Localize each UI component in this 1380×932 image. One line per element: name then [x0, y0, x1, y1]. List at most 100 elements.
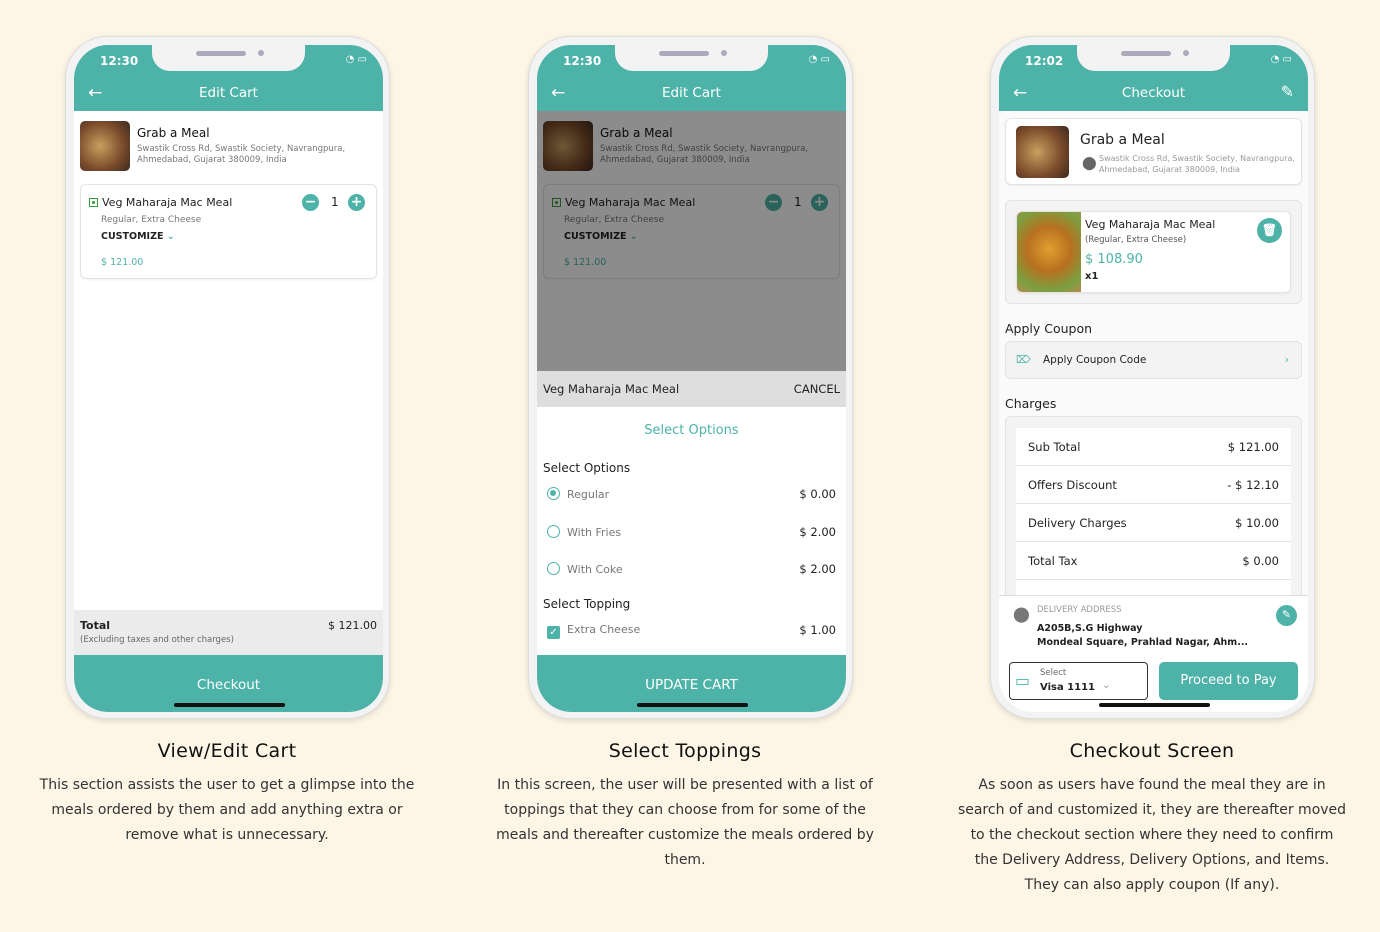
chevron-down-icon: ⌄ [166, 231, 175, 242]
notch [615, 45, 768, 71]
coupon-tag-icon: ⌦ [1016, 354, 1031, 366]
option-price: $ 2.00 [799, 525, 836, 539]
option-regular[interactable]: Regular $ 0.00 [547, 487, 836, 501]
edit-cart-screen: 12:30 ◔ ▭ ← Edit Cart Grab a Meal Swasti… [74, 45, 383, 712]
burger-image [1017, 212, 1081, 292]
caption-title: Select Toppings [608, 740, 762, 762]
edit-icon[interactable]: ✎ [1281, 82, 1294, 101]
bottom-panel: ⬤ DELIVERY ADDRESS A205B,S.G Highway Mon… [999, 595, 1308, 712]
address-line1: A205B,S.G Highway [1037, 623, 1143, 634]
coupon-heading: Apply Coupon [1005, 321, 1093, 336]
item-price: $ 108.90 [1085, 252, 1143, 267]
sheet-header: Veg Maharaja Mac Meal CANCEL [537, 371, 846, 407]
topping-extra-cheese[interactable]: ✓ Extra Cheese $ 1.00 [547, 623, 836, 639]
page-title: Edit Cart [199, 85, 258, 101]
qty-value: 1 [331, 195, 339, 209]
notch [152, 45, 305, 71]
page-title: Checkout [1121, 85, 1186, 101]
radio-icon[interactable] [547, 562, 560, 575]
item-name-text: Veg Maharaja Mac Meal [102, 196, 233, 209]
sheet-heading: Select Options [644, 423, 739, 438]
select-toppings-screen: 12:30 ◔ ▭ ← Edit Cart Grab a Meal Swasti… [537, 45, 846, 712]
dim-overlay[interactable] [537, 111, 846, 371]
apply-coupon-row[interactable]: ⌦ Apply Coupon Code › [1005, 341, 1302, 379]
charge-row-discount: Offers Discount - $ 12.10 [1016, 466, 1291, 504]
page-title: Edit Cart [662, 85, 721, 101]
trash-icon[interactable]: 🗑 [1257, 218, 1282, 243]
phone-edit-cart: 12:30 ◔ ▭ ← Edit Cart Grab a Meal Swasti… [65, 36, 390, 719]
charge-value: $ 121.00 [1227, 440, 1279, 454]
home-indicator [637, 703, 748, 707]
caption-view-edit-cart: View/Edit Cart This section assists the … [32, 740, 422, 848]
sheet-item-name: Veg Maharaja Mac Meal [543, 382, 680, 396]
address-line2: Mondeal Square, Prahlad Nagar, Ahm... [1037, 637, 1249, 648]
decrease-qty-button[interactable]: − [302, 194, 319, 211]
payment-select[interactable]: ▭ Select Visa 1111 ⌄ [1009, 662, 1148, 700]
payment-card: Visa 1111 [1040, 682, 1096, 693]
charges-heading: Charges [1005, 396, 1057, 411]
cancel-button[interactable]: CANCEL [794, 371, 840, 407]
credit-card-icon: ▭ [1015, 671, 1031, 690]
item-price: $ 121.00 [101, 257, 144, 268]
restaurant-image [1016, 126, 1069, 178]
option-label: Regular [567, 488, 610, 501]
options-label: Select Options [543, 461, 631, 475]
status-time: 12:30 [100, 54, 139, 68]
customize-label: CUSTOMIZE [101, 231, 164, 242]
cart-item-card: Veg Maharaja Mac Meal − 1 + Regular, Ext… [80, 184, 377, 279]
checkout-screen: 12:02 ◔ ▭ ← Checkout ✎ Grab a Meal ⬤ Swa… [999, 45, 1308, 712]
caption-text: In this screen, the user will be present… [496, 777, 874, 868]
increase-qty-button[interactable]: + [348, 194, 365, 211]
checkbox-checked-icon[interactable]: ✓ [547, 626, 560, 639]
status-icons: ◔ ▭ [345, 54, 367, 65]
status-icons: ◔ ▭ [1270, 54, 1292, 65]
charge-row-tax: Total Tax $ 0.00 [1016, 542, 1291, 580]
option-with-coke[interactable]: With Coke $ 2.00 [547, 562, 836, 576]
caption-select-toppings: Select Toppings In this screen, the user… [495, 740, 875, 873]
home-indicator [1099, 703, 1210, 707]
edit-address-button[interactable]: ✎ [1276, 605, 1297, 626]
caption-title: Checkout Screen [1069, 740, 1235, 762]
charge-label: Sub Total [1028, 440, 1081, 454]
notch [1077, 45, 1230, 71]
radio-icon[interactable] [547, 525, 560, 538]
topping-name: Extra Cheese [567, 623, 641, 636]
charge-value: $ 10.00 [1235, 516, 1279, 530]
item-options: Regular, Extra Cheese [101, 215, 202, 225]
item-options: (Regular, Extra Cheese) [1085, 235, 1187, 245]
radio-selected-icon[interactable] [547, 487, 560, 500]
charge-label: Delivery Charges [1028, 516, 1127, 530]
total-value: $ 121.00 [328, 619, 377, 632]
topping-price: $ 1.00 [799, 623, 836, 637]
chevron-down-icon: ⌄ [1102, 680, 1111, 691]
restaurant-name: Grab a Meal [137, 126, 210, 140]
charge-row-subtotal: Sub Total $ 121.00 [1016, 428, 1291, 466]
charge-label: Offers Discount [1028, 478, 1117, 492]
status-icons: ◔ ▭ [808, 54, 830, 65]
total-label: Total [80, 619, 111, 632]
charge-value: - $ 12.10 [1227, 478, 1279, 492]
proceed-to-pay-button[interactable]: Proceed to Pay [1159, 662, 1298, 700]
status-time: 12:02 [1025, 54, 1064, 68]
caption-text: As soon as users have found the meal the… [957, 777, 1347, 893]
charges-box: Sub Total $ 121.00 Offers Discount - $ 12.… [1005, 416, 1302, 606]
home-indicator [174, 703, 285, 707]
option-label: With Fries [567, 526, 622, 539]
caption-title: View/Edit Cart [157, 740, 297, 762]
chevron-right-icon: › [1284, 354, 1289, 366]
customize-toggle[interactable]: CUSTOMIZE ⌄ [101, 231, 175, 242]
item-qty: x1 [1085, 271, 1099, 282]
option-price: $ 2.00 [799, 562, 836, 576]
location-pin-icon: ⬤ [1082, 156, 1097, 171]
status-time: 12:30 [563, 54, 602, 68]
option-with-fries[interactable]: With Fries $ 2.00 [547, 525, 836, 539]
caption-text: This section assists the user to get a g… [39, 777, 415, 843]
charge-label: Total Tax [1028, 554, 1078, 568]
coupon-label: Apply Coupon Code [1043, 354, 1147, 366]
restaurant-address: Swastik Cross Rd, Swastik Society, Navra… [1099, 154, 1295, 174]
option-price: $ 0.00 [799, 487, 836, 501]
caption-checkout-screen: Checkout Screen As soon as users have fo… [957, 740, 1347, 898]
cart-item-card: Veg Maharaja Mac Meal (Regular, Extra Ch… [1016, 211, 1291, 293]
payment-select-label: Select [1040, 668, 1067, 678]
cart-items-box: Veg Maharaja Mac Meal (Regular, Extra Ch… [1005, 200, 1302, 304]
